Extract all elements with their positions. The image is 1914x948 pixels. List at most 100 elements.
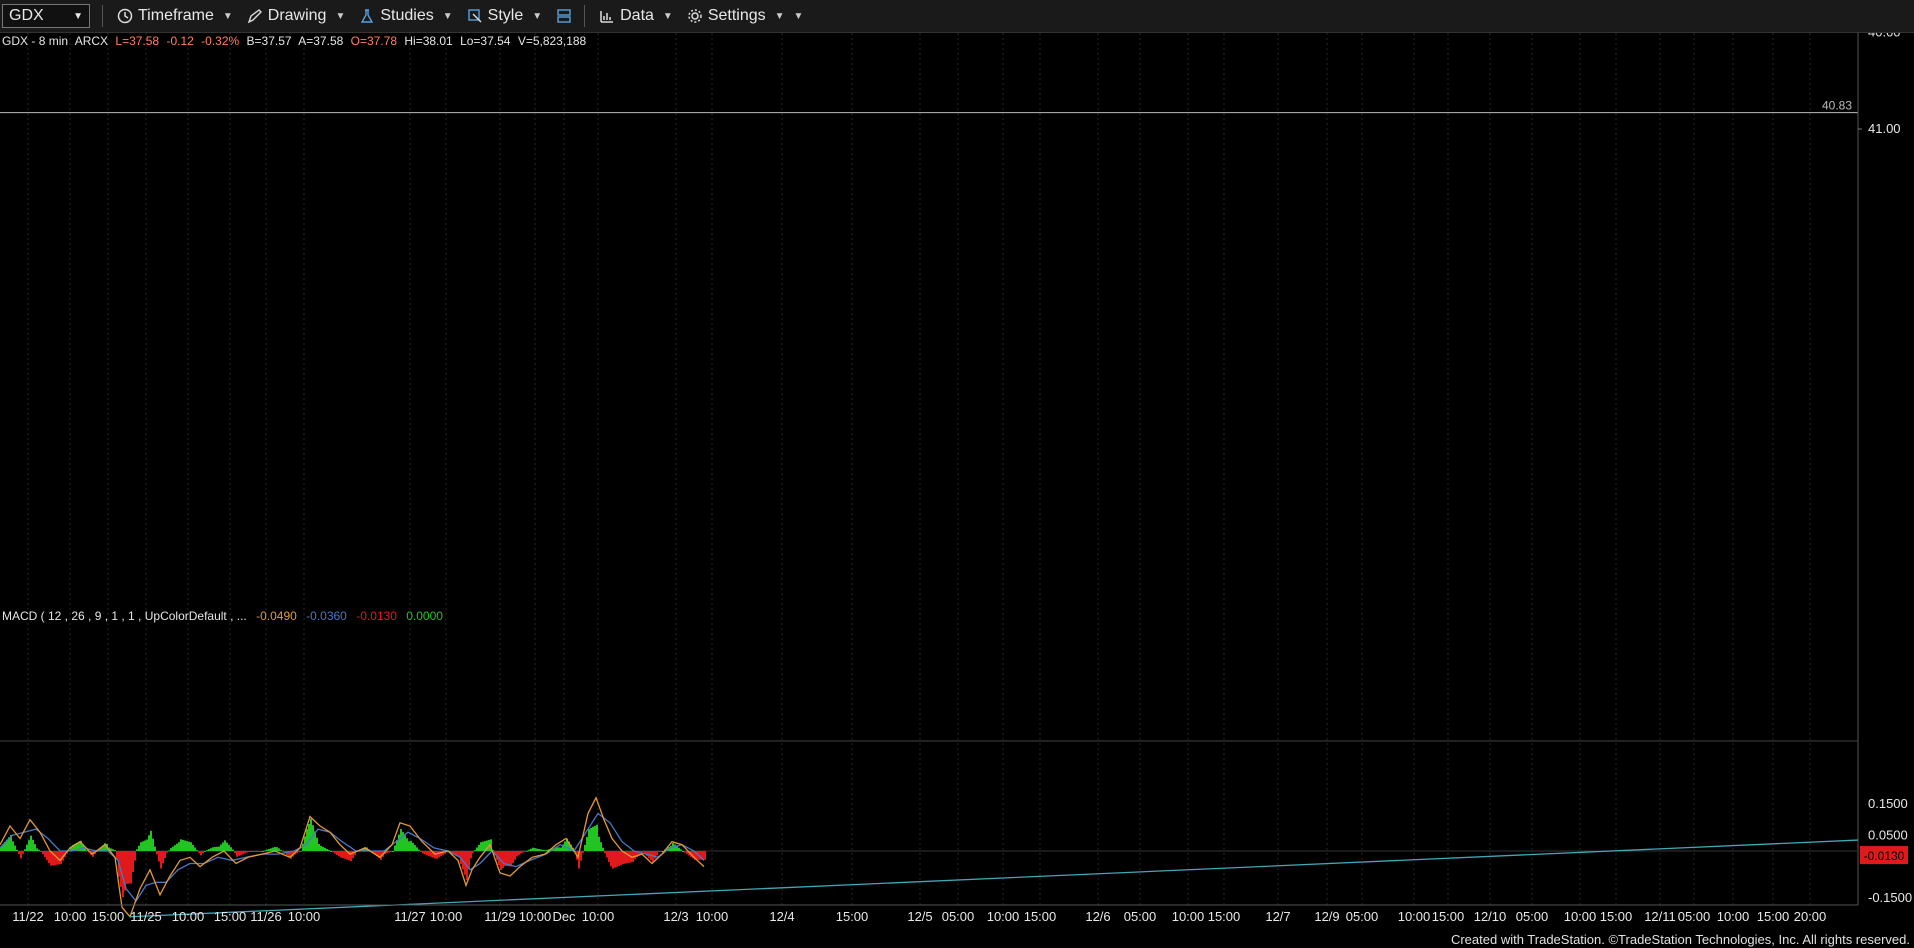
layout-button[interactable]: [556, 8, 572, 24]
histogram-bar: [588, 829, 590, 851]
histogram-bar: [32, 839, 34, 851]
histogram-bar: [132, 851, 134, 873]
flask-icon: [361, 9, 374, 23]
histogram-bar: [510, 851, 512, 867]
histogram-bar: [600, 842, 602, 851]
histogram-bar: [416, 847, 418, 851]
grid-lines: [27, 33, 1811, 905]
x-tick-label: 11/27: [394, 909, 426, 924]
histogram-bar: [156, 851, 158, 855]
histogram-bar: [226, 842, 228, 851]
header-last: L=37.58: [115, 34, 159, 48]
histogram-bar: [260, 851, 262, 852]
histogram-bar: [174, 845, 176, 851]
x-tick-label: 05:00: [1516, 909, 1549, 924]
histogram-bar: [18, 851, 20, 855]
histogram-bar: [628, 851, 630, 863]
histogram-bar: [46, 851, 48, 861]
histogram-bar: [244, 851, 246, 854]
histogram-bar: [334, 851, 336, 854]
histogram-bar: [318, 843, 320, 851]
histogram-bar: [234, 851, 236, 854]
histogram-bar: [178, 842, 180, 851]
histogram-bar: [298, 851, 300, 853]
x-tick-label: 15:00: [1432, 909, 1465, 924]
histogram-bar: [162, 851, 164, 864]
settings-menu[interactable]: Settings ▼ ▼: [687, 7, 804, 25]
histogram-bar: [268, 848, 270, 851]
histogram-bar: [436, 851, 438, 859]
histogram-bar: [42, 851, 44, 855]
histogram-bar: [312, 825, 314, 851]
histogram-bar: [512, 851, 514, 863]
histogram-bar: [472, 851, 474, 853]
histogram-bar: [398, 834, 400, 851]
histogram-bar: [526, 850, 528, 852]
histogram-bar: [682, 851, 684, 852]
histogram-bar: [270, 848, 272, 851]
histogram-bar: [614, 851, 616, 868]
data-menu[interactable]: Data ▼: [599, 7, 673, 25]
price-axis: 41.0040.0039.0038.0037.0036.0035.0037.58: [1857, 33, 1901, 905]
histogram-bar: [544, 850, 546, 852]
header-interval: 8 min: [39, 34, 68, 48]
header-exchange: ARCX: [75, 34, 108, 48]
histogram-bar: [390, 851, 392, 852]
histogram-bar: [186, 841, 188, 851]
studies-menu[interactable]: Studies ▼: [359, 7, 453, 25]
x-tick-label: 10:00: [430, 909, 463, 924]
histogram-bar: [528, 849, 530, 851]
histogram-bar: [194, 847, 196, 851]
histogram-bar: [596, 824, 598, 851]
studies-label: Studies: [380, 7, 434, 24]
zero-value: 0.0000: [406, 609, 443, 623]
histogram-bar: [660, 851, 662, 852]
histogram-bar: [340, 851, 342, 858]
caret-down-icon: ▼: [222, 10, 233, 22]
histogram-bar: [232, 849, 234, 851]
histogram-bar: [678, 847, 680, 851]
histogram-bar: [176, 843, 178, 851]
x-tick-label: 15:00: [836, 909, 869, 924]
copyright-footer: Created with TradeStation. ©TradeStation…: [1450, 932, 1910, 947]
histogram-bar: [272, 847, 274, 851]
style-menu[interactable]: Style ▼: [467, 7, 542, 25]
histogram-bar: [166, 851, 168, 853]
histogram-bar: [592, 826, 594, 851]
histogram-bar: [338, 851, 340, 857]
histogram-bar: [418, 849, 420, 851]
histogram-bar: [536, 848, 538, 851]
caret-down-icon: ▼: [532, 10, 543, 22]
histogram-bar: [394, 845, 396, 851]
histogram-bar: [220, 844, 222, 851]
drawing-menu[interactable]: Drawing ▼: [247, 7, 345, 25]
histogram-bar: [130, 851, 132, 884]
histogram-bar: [198, 851, 200, 853]
overflow-icon[interactable]: ▼: [794, 11, 804, 22]
macd-pane: 0.1500 0.0500 -0.1500 -0.0130: [0, 796, 1912, 918]
timeframe-menu[interactable]: Timeframe ▼: [117, 7, 233, 25]
histogram-bar: [128, 851, 130, 884]
x-tick-label: 12/9: [1314, 909, 1339, 924]
layout-icon: [557, 9, 571, 23]
histogram-bar: [392, 851, 394, 852]
histogram-bar: [306, 829, 308, 851]
histogram-bar: [538, 848, 540, 851]
histogram-bar: [254, 851, 256, 852]
histogram-bar: [114, 850, 116, 852]
time-axis: 11/22 10:00 15:00 11/25 10:00 15:00 11/26 10:00…: [0, 904, 1858, 924]
x-tick-label: 11/22: [12, 909, 44, 924]
x-tick-label: 11/29: [484, 909, 516, 924]
histogram-bar: [214, 847, 216, 851]
histogram-bar: [58, 851, 60, 865]
x-tick-label: 10:00: [1564, 909, 1597, 924]
histogram-bar: [44, 851, 46, 858]
symbol-select[interactable]: GDX ▼: [2, 4, 90, 28]
chart-area[interactable]: 40.830.00% (38.83)0.00% (38.11)23.60% (3…: [0, 33, 1914, 939]
histogram-bar: [224, 840, 226, 851]
histogram-bar: [440, 851, 442, 857]
histogram-bar: [40, 851, 42, 852]
histogram-bar: [530, 848, 532, 851]
x-tick-label: 05:00: [1124, 909, 1157, 924]
header-change: -0.12: [166, 34, 194, 48]
